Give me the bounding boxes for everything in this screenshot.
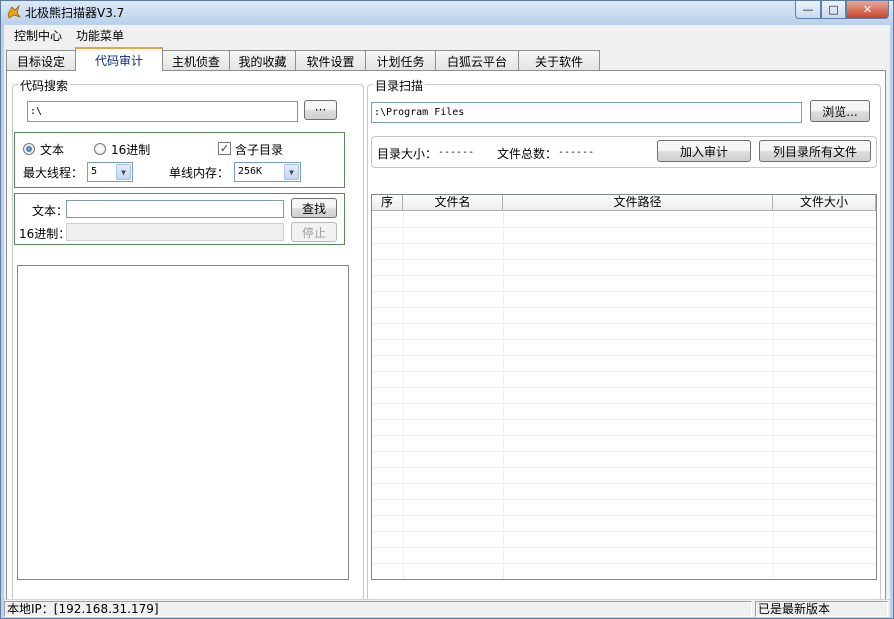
grid-line-row [372,355,876,356]
search-text-label: 文本： [32,204,69,218]
include-subdirs-checkbox[interactable]: ✓ [218,142,231,155]
grid-line-row [372,403,876,404]
dir-scan-group: 目录扫描 :\Program Files 浏览... 目录大小： ------ … [367,77,881,602]
grid-line-row [372,227,876,228]
dir-info-box: 目录大小： ------ 文件总数： ------ 加入审计 列目录所有文件 [371,136,877,168]
stop-button[interactable]: 停止 [291,222,337,242]
grid-line-row [372,259,876,260]
dir-size-label: 目录大小： [377,147,438,161]
scan-path-input[interactable]: :\Program Files [371,102,802,123]
grid-line-row [372,419,876,420]
grid-line-row [372,563,876,564]
grid-line-row [372,451,876,452]
local-ip-status: 本地IP：[192.168.31.179] [4,601,752,617]
status-bar: 本地IP：[192.168.31.179] 已是最新版本 [4,599,890,617]
add-to-audit-button[interactable]: 加入审计 [657,140,751,162]
grid-line-row [372,371,876,372]
version-status: 已是最新版本 [755,601,888,617]
mode-hex-label: 16进制 [111,143,151,157]
thread-memory-value: 256K [238,166,263,177]
column-file-path[interactable]: 文件路径 [503,195,773,211]
tab-host-recon[interactable]: 主机侦查 [162,50,230,71]
grid-line-row [372,467,876,468]
code-search-group: 代码搜索 :\ ··· 文本 16进制 ✓ 含子目录 最大线程： 5 ▼ 单线内… [12,77,364,602]
tab-strip: 目标设定 代码审计 主机侦查 我的收藏 软件设置 计划任务 白狐云平台 关于软件 [6,47,600,71]
grid-line-row [372,323,876,324]
grid-line-row [372,547,876,548]
grid-line-row [372,307,876,308]
dir-size-value: ------ [438,147,475,158]
grid-line-column [773,211,774,579]
tab-scheduled-tasks[interactable]: 计划任务 [365,50,436,71]
thread-memory-select[interactable]: 256K ▼ [234,162,301,182]
grid-line-row [372,275,876,276]
grid-line-row [372,499,876,500]
chevron-down-icon[interactable]: ▼ [116,164,131,180]
menu-control-center[interactable]: 控制中心 [7,27,69,44]
search-path-input[interactable]: :\ [27,101,298,122]
list-all-files-button[interactable]: 列目录所有文件 [759,140,871,162]
chevron-down-icon[interactable]: ▼ [284,164,299,180]
window-title: 北极熊扫描器V3.7 [25,6,125,20]
mode-text-radio[interactable] [23,143,35,155]
file-count-value: ------ [558,147,595,158]
minimize-button[interactable]: — [795,1,821,19]
grid-line-row [372,579,876,580]
client-area: 控制中心 功能菜单 目标设定 代码审计 主机侦查 我的收藏 软件设置 计划任务 … [4,25,890,617]
scan-browse-button[interactable]: 浏览... [810,100,870,122]
grid-line-row [372,243,876,244]
close-button[interactable]: ✕ [846,1,889,19]
mode-hex-radio[interactable] [94,143,106,155]
app-window: 北极熊扫描器V3.7 — □ ✕ 控制中心 功能菜单 目标设定 代码审计 主机侦… [0,0,894,619]
menu-bar: 控制中心 功能菜单 [4,25,890,45]
title-bar[interactable]: 北极熊扫描器V3.7 — □ ✕ [1,1,893,23]
file-list[interactable]: 序 文件名 文件路径 文件大小 [371,194,877,580]
tab-about[interactable]: 关于软件 [518,50,600,71]
code-search-label: 代码搜索 [18,77,71,94]
file-count-label: 文件总数： [497,147,558,161]
column-index[interactable]: 序 [372,195,403,211]
menu-functions[interactable]: 功能菜单 [69,27,131,44]
column-file-size[interactable]: 文件大小 [773,195,876,211]
search-path-browse-button[interactable]: ··· [304,100,337,120]
search-options-box: 文本 16进制 ✓ 含子目录 最大线程： 5 ▼ 单线内存： 256K ▼ [14,132,345,188]
file-list-header: 序 文件名 文件路径 文件大小 [372,195,876,211]
max-threads-label: 最大线程： [23,166,84,180]
grid-line-row [372,531,876,532]
thread-memory-label: 单线内存： [169,166,230,180]
search-hex-input[interactable] [66,223,284,241]
code-audit-panel: 代码搜索 :\ ··· 文本 16进制 ✓ 含子目录 最大线程： 5 ▼ 单线内… [6,70,886,604]
bear-app-icon [7,4,21,19]
max-threads-select[interactable]: 5 ▼ [87,162,133,182]
tab-cloud-platform[interactable]: 白狐云平台 [435,50,519,71]
max-threads-value: 5 [91,166,98,177]
maximize-button[interactable]: □ [821,1,846,19]
search-hex-label: 16进制： [19,227,71,241]
include-subdirs-label: 含子目录 [235,143,284,157]
search-text-input[interactable] [66,200,284,218]
grid-line-row [372,339,876,340]
search-results-area[interactable] [17,265,349,580]
tab-target-setup[interactable]: 目标设定 [6,50,76,71]
tab-favorites[interactable]: 我的收藏 [229,50,296,71]
grid-line-row [372,387,876,388]
search-query-box: 文本： 查找 16进制： 停止 [14,193,345,245]
grid-line-row [372,291,876,292]
mode-text-label: 文本 [40,143,65,157]
grid-line-row [372,515,876,516]
grid-line-row [372,483,876,484]
grid-line-column [503,211,504,579]
grid-line-column [403,211,404,579]
tab-code-audit[interactable]: 代码审计 [75,47,163,71]
find-button[interactable]: 查找 [291,198,337,218]
column-file-name[interactable]: 文件名 [403,195,503,211]
grid-line-row [372,435,876,436]
dir-scan-label: 目录扫描 [373,77,426,94]
tab-settings[interactable]: 软件设置 [295,50,366,71]
